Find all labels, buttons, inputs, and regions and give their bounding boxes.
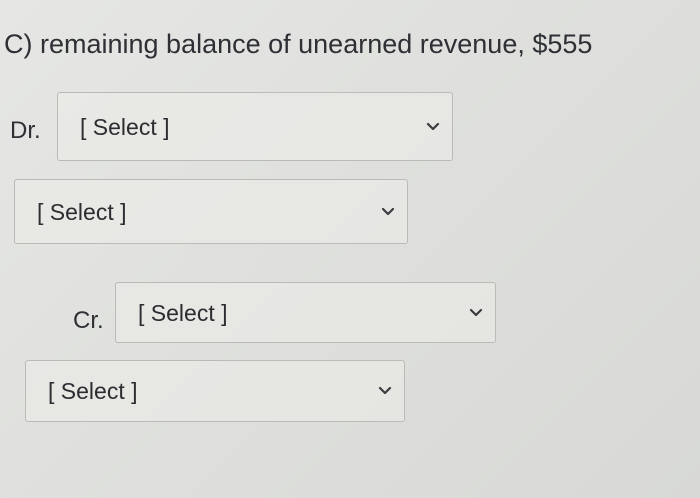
debit-label: Dr. xyxy=(10,117,41,144)
chevron-down-icon xyxy=(469,308,483,318)
credit-amount-select-value: [ Select ] xyxy=(48,378,138,404)
debit-account-select-value: [ Select ] xyxy=(80,113,170,140)
question-text: C) remaining balance of unearned revenue… xyxy=(4,29,593,59)
credit-amount-select[interactable]: [ Select ] xyxy=(25,360,405,422)
chevron-down-icon xyxy=(381,207,395,217)
debit-amount-select[interactable]: [ Select ] xyxy=(14,179,408,244)
debit-account-select[interactable]: [ Select ] xyxy=(57,92,453,161)
credit-account-select-value: [ Select ] xyxy=(138,299,228,326)
credit-account-select[interactable]: [ Select ] xyxy=(115,282,496,343)
chevron-down-icon xyxy=(426,122,440,132)
debit-amount-select-value: [ Select ] xyxy=(37,198,127,225)
chevron-down-icon xyxy=(378,386,392,396)
credit-label: Cr. xyxy=(73,307,104,334)
